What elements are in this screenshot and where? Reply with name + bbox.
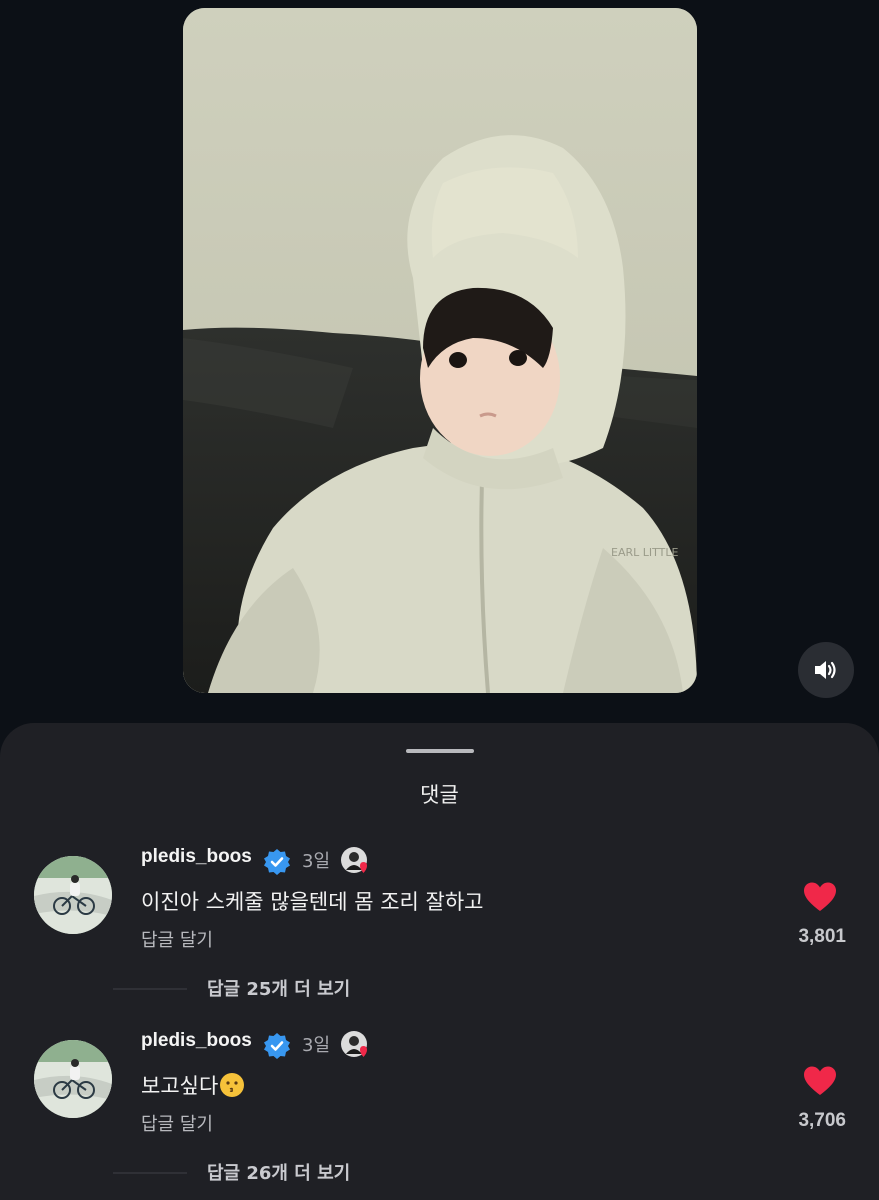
heart-filled-icon[interactable] <box>803 1065 837 1097</box>
verified-badge-icon <box>264 1033 290 1059</box>
comment-username[interactable]: pledis_boos <box>141 846 252 868</box>
view-more-replies[interactable]: 답글 25개 더 보기 <box>0 975 879 1005</box>
view-more-replies-label[interactable]: 답글 26개 더 보기 <box>207 1159 350 1185</box>
reply-button[interactable]: 답글 달기 <box>141 926 213 952</box>
avatar[interactable] <box>34 1040 112 1118</box>
comment-time: 3일 <box>302 851 331 872</box>
sound-toggle-button[interactable] <box>798 642 854 698</box>
sheet-title: 댓글 <box>420 783 459 807</box>
jacket-logo-text: EARL LITTLE <box>611 546 678 559</box>
view-more-replies[interactable]: 답글 26개 더 보기 <box>0 1159 879 1189</box>
divider-line <box>113 988 187 990</box>
avatar[interactable] <box>34 856 112 934</box>
reply-button[interactable]: 답글 달기 <box>141 1110 213 1136</box>
heart-filled-icon[interactable] <box>803 881 837 913</box>
comment-text: 이진아 스케줄 많을텐데 몸 조리 잘하고 <box>141 890 484 914</box>
comment-text-container: 보고싶다 <box>141 1070 245 1100</box>
media-viewer: EARL LITTLE <box>0 0 879 730</box>
like-count: 3,801 <box>798 926 846 947</box>
comment-item: pledis_boos 3일 보고싶다 답글 달기 3,706 <box>0 1030 879 1170</box>
sheet-grabber[interactable] <box>406 749 474 753</box>
comments-sheet: 댓글 pledis_boos 3일 이진아 스케줄 많을텐데 몸 조리 잘하고 … <box>0 723 879 1200</box>
kissing-face-emoji-icon <box>220 1073 245 1097</box>
creator-liked-avatar-icon <box>341 847 367 873</box>
post-photo[interactable]: EARL LITTLE <box>183 8 697 693</box>
view-more-replies-label[interactable]: 답글 25개 더 보기 <box>207 975 350 1001</box>
like-count: 3,706 <box>798 1110 846 1131</box>
comment-item: pledis_boos 3일 이진아 스케줄 많을텐데 몸 조리 잘하고 답글 … <box>0 846 879 986</box>
speaker-icon <box>815 661 836 679</box>
verified-badge-icon <box>264 849 290 875</box>
creator-liked-avatar-icon <box>341 1031 367 1057</box>
comment-text: 보고싶다 <box>141 1074 219 1098</box>
divider-line <box>113 1172 187 1174</box>
comment-username[interactable]: pledis_boos <box>141 1030 252 1052</box>
comment-time: 3일 <box>302 1035 331 1056</box>
